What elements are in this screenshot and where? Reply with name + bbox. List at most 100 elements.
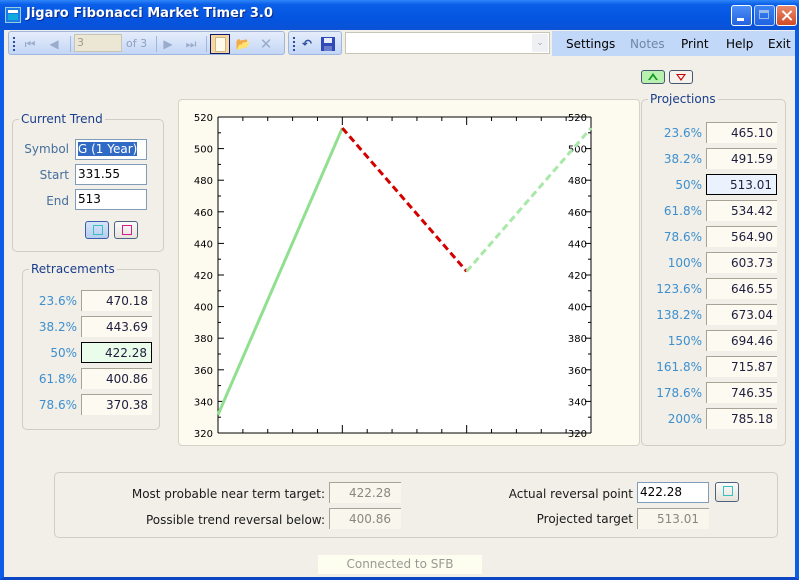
retracements-level-label: 38.2%	[38, 320, 77, 334]
new-document-icon[interactable]	[210, 34, 230, 54]
retracements-level-label: 23.6%	[38, 294, 77, 308]
projections-level-value: 564.90	[706, 226, 777, 247]
actual-reversal-label: Actual reversal point	[508, 487, 633, 501]
symbol-field[interactable]: G (1 Year)	[75, 139, 147, 160]
start-label: Start	[39, 168, 69, 182]
near-term-target-value: 422.28	[329, 482, 401, 503]
apply-reversal-button[interactable]	[715, 482, 739, 502]
y-tick-label-left: 440	[194, 239, 213, 250]
projections-title: Projections	[648, 92, 718, 106]
first-record-icon[interactable]: ⏮	[21, 35, 39, 53]
projections-level-label: 61.8%	[663, 204, 702, 218]
toolbar-grip[interactable]	[293, 37, 295, 51]
save-icon[interactable]	[319, 35, 337, 53]
summary-group: Most probable near term target: 422.28 P…	[54, 472, 778, 538]
near-term-target-label: Most probable near term target:	[131, 487, 325, 501]
trend-reversal-label: Possible trend reversal below:	[145, 513, 325, 527]
app-icon	[5, 7, 21, 23]
projections-level-label: 123.6%	[656, 282, 702, 296]
last-record-icon[interactable]: ⏭	[182, 35, 200, 53]
minimize-button[interactable]	[731, 5, 752, 26]
apply-trend-button[interactable]	[85, 221, 109, 239]
symbol-search-combo[interactable]: ⌄	[345, 32, 550, 54]
y-tick-label-left: 520	[194, 113, 213, 124]
projections-level-value: 646.55	[706, 278, 777, 299]
y-tick-label-right: 400	[568, 303, 587, 314]
menu-help[interactable]: Help	[726, 37, 753, 51]
close-button[interactable]	[776, 5, 797, 26]
menu-notes[interactable]: Notes	[630, 37, 665, 51]
retracements-level-value: 422.28	[81, 342, 152, 363]
projections-level-value: 534.42	[706, 200, 777, 221]
projected-target-label: Projected target	[536, 512, 633, 526]
edit-toolbar: ↶	[288, 31, 342, 55]
next-record-icon[interactable]: ▶	[159, 35, 177, 53]
end-label: End	[46, 194, 69, 208]
toolbar-separator	[206, 36, 207, 52]
trend-reversal-value: 400.86	[329, 508, 401, 529]
retracements-level-value: 470.18	[81, 290, 152, 311]
downtrend-button[interactable]	[669, 70, 693, 84]
y-tick-label-left: 420	[194, 271, 213, 282]
projections-level-label: 100%	[667, 256, 702, 270]
chevron-down-icon[interactable]: ⌄	[532, 34, 548, 52]
undo-icon[interactable]: ↶	[298, 35, 316, 53]
menu-print[interactable]: Print	[681, 37, 709, 51]
projections-level-label: 138.2%	[656, 308, 702, 322]
y-tick-label-left: 500	[194, 145, 213, 156]
projections-level-label: 200%	[667, 412, 702, 426]
symbol-label: Symbol	[24, 142, 69, 156]
y-tick-label-right: 460	[568, 208, 587, 219]
chart-svg: 320 320 340 340 360 360 380 380 400 400 420 420 440 4…	[194, 113, 593, 440]
fibonacci-chart: 320 320 340 340 360 360 380 380 400 400 420 420 440 4…	[178, 99, 640, 446]
navigation-toolbar: ⏮ ◀ 3 of 3 ▶ ⏭ 📂 ✕	[8, 31, 285, 55]
y-tick-label-right: 420	[568, 271, 587, 282]
delete-icon[interactable]: ✕	[257, 35, 275, 53]
projections-level-value: 715.87	[706, 356, 777, 377]
maximize-button[interactable]	[754, 5, 775, 26]
y-tick-label-left: 380	[194, 334, 213, 345]
toolbar-grip[interactable]	[13, 37, 15, 51]
y-tick-label-left: 360	[194, 366, 213, 377]
start-field[interactable]: 331.55	[75, 164, 147, 185]
y-tick-label-left: 340	[194, 397, 213, 408]
clear-trend-button[interactable]	[114, 221, 138, 239]
projections-level-value: 491.59	[706, 148, 777, 169]
connection-status: Connected to SFB	[318, 555, 482, 574]
y-tick-label-left: 320	[194, 429, 213, 440]
y-tick-label-left: 460	[194, 208, 213, 219]
y-tick-label-right: 360	[568, 366, 587, 377]
projected-target-value: 513.01	[637, 508, 709, 529]
menu-exit[interactable]: Exit	[768, 37, 791, 51]
actual-reversal-field[interactable]: 422.28	[637, 482, 709, 503]
uptrend-button[interactable]	[641, 70, 665, 84]
y-tick-label-right: 340	[568, 397, 587, 408]
projections-level-value: 603.73	[706, 252, 777, 273]
end-field[interactable]: 513	[75, 189, 147, 210]
toolbar-separator	[156, 36, 157, 52]
projections-level-value: 513.01	[706, 174, 777, 195]
record-position-input[interactable]: 3	[74, 34, 122, 52]
y-tick-label-right: 520	[568, 113, 587, 124]
retracements-level-value: 400.86	[81, 368, 152, 389]
open-folder-icon[interactable]: 📂	[234, 35, 252, 53]
title-bar: Jigaro Fibonacci Market Timer 3.0	[0, 0, 799, 30]
current-trend-group: Current Trend Symbol G (1 Year) Start 33…	[12, 112, 164, 252]
previous-record-icon[interactable]: ◀	[45, 35, 63, 53]
y-tick-label-right: 480	[568, 176, 587, 187]
projections-level-label: 23.6%	[663, 126, 702, 140]
retracements-group: Retracements 23.6% 470.18 38.2% 443.69 50% 42…	[22, 262, 160, 430]
projections-level-label: 38.2%	[663, 152, 702, 166]
projections-level-label: 50%	[675, 178, 702, 192]
app-window: Jigaro Fibonacci Market Timer 3.0 ⏮ ◀ 3 …	[0, 0, 799, 580]
projections-level-value: 694.46	[706, 330, 777, 351]
retracements-level-label: 61.8%	[38, 372, 77, 386]
projections-level-value: 465.10	[706, 122, 777, 143]
projections-level-value: 785.18	[706, 408, 777, 429]
menu-settings[interactable]: Settings	[566, 37, 615, 51]
projections-level-value: 673.04	[706, 304, 777, 325]
retracements-title: Retracements	[29, 262, 117, 276]
y-tick-label-right: 380	[568, 334, 587, 345]
plot-area	[218, 117, 591, 433]
y-tick-label-right: 440	[568, 239, 587, 250]
